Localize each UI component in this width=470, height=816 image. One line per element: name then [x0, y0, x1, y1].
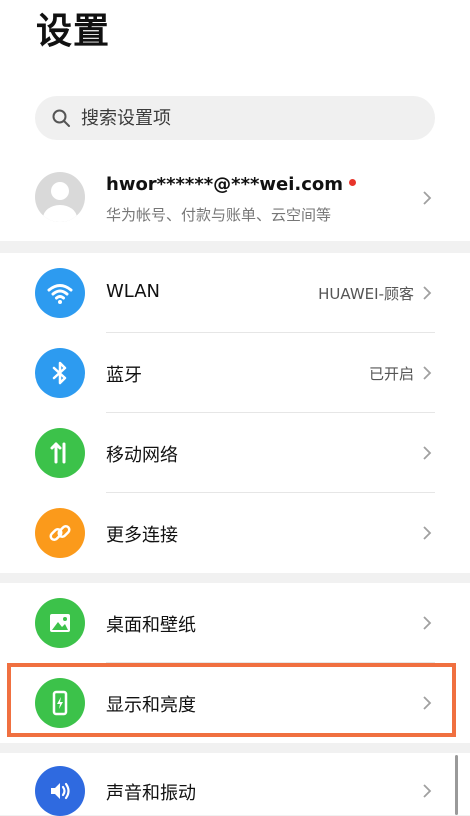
account-name: hwor******@***wei.com — [106, 174, 344, 195]
connectivity-group: WLAN HUAWEI-顾客 蓝牙 已开启 移动网络 更多连接 — [0, 253, 470, 573]
settings-row-mobile-network[interactable]: 移动网络 — [0, 413, 470, 493]
header-area: 设置 hwor******@***wei.com 华为帐号、付款与账单、云空间等 — [0, 0, 470, 241]
settings-row-sound[interactable]: 声音和振动 — [0, 753, 470, 816]
chevron-right-icon — [423, 526, 432, 540]
chevron-right-icon — [423, 696, 432, 710]
search-input[interactable] — [79, 106, 403, 130]
row-label: WLAN — [106, 281, 161, 302]
row-label: 桌面和壁纸 — [106, 615, 196, 636]
settings-row-wallpaper[interactable]: 桌面和壁纸 — [0, 583, 470, 663]
mobile-data-icon — [35, 428, 85, 478]
row-label: 声音和振动 — [106, 783, 196, 804]
row-label: 显示和亮度 — [106, 695, 196, 716]
settings-row-wlan[interactable]: WLAN HUAWEI-顾客 — [0, 253, 470, 333]
account-row[interactable]: hwor******@***wei.com 华为帐号、付款与账单、云空间等 — [0, 160, 470, 236]
chevron-right-icon — [423, 366, 432, 380]
display-brightness-icon — [35, 678, 85, 728]
sound-icon — [35, 766, 85, 816]
chevron-right-icon — [423, 446, 432, 460]
search-bar[interactable] — [35, 96, 435, 140]
chevron-right-icon — [423, 191, 432, 205]
settings-row-more-connections[interactable]: 更多连接 — [0, 493, 470, 573]
settings-row-display-brightness[interactable]: 显示和亮度 — [0, 663, 470, 743]
row-label: 更多连接 — [106, 525, 178, 546]
link-icon — [35, 508, 85, 558]
wallpaper-icon — [35, 598, 85, 648]
avatar — [35, 172, 85, 222]
account-name-line: hwor******@***wei.com — [106, 174, 357, 195]
page-title: 设置 — [36, 11, 111, 52]
sound-group: 声音和振动 — [0, 753, 470, 816]
user-avatar-icon — [43, 182, 77, 222]
row-label: 蓝牙 — [106, 365, 142, 386]
chevron-right-icon — [423, 286, 432, 300]
chevron-right-icon — [423, 616, 432, 630]
settings-row-bluetooth[interactable]: 蓝牙 已开启 — [0, 333, 470, 413]
row-label: 移动网络 — [106, 445, 178, 466]
wifi-icon — [35, 268, 85, 318]
chevron-right-icon — [423, 784, 432, 798]
scrollbar[interactable] — [455, 755, 458, 815]
account-subtitle: 华为帐号、付款与账单、云空间等 — [106, 206, 332, 224]
bluetooth-icon — [35, 348, 85, 398]
row-value: 已开启 — [368, 365, 414, 383]
row-value: HUAWEI-顾客 — [318, 285, 414, 303]
notification-dot — [349, 179, 357, 186]
display-group: 桌面和壁纸 显示和亮度 — [0, 583, 470, 743]
search-icon — [52, 109, 70, 127]
